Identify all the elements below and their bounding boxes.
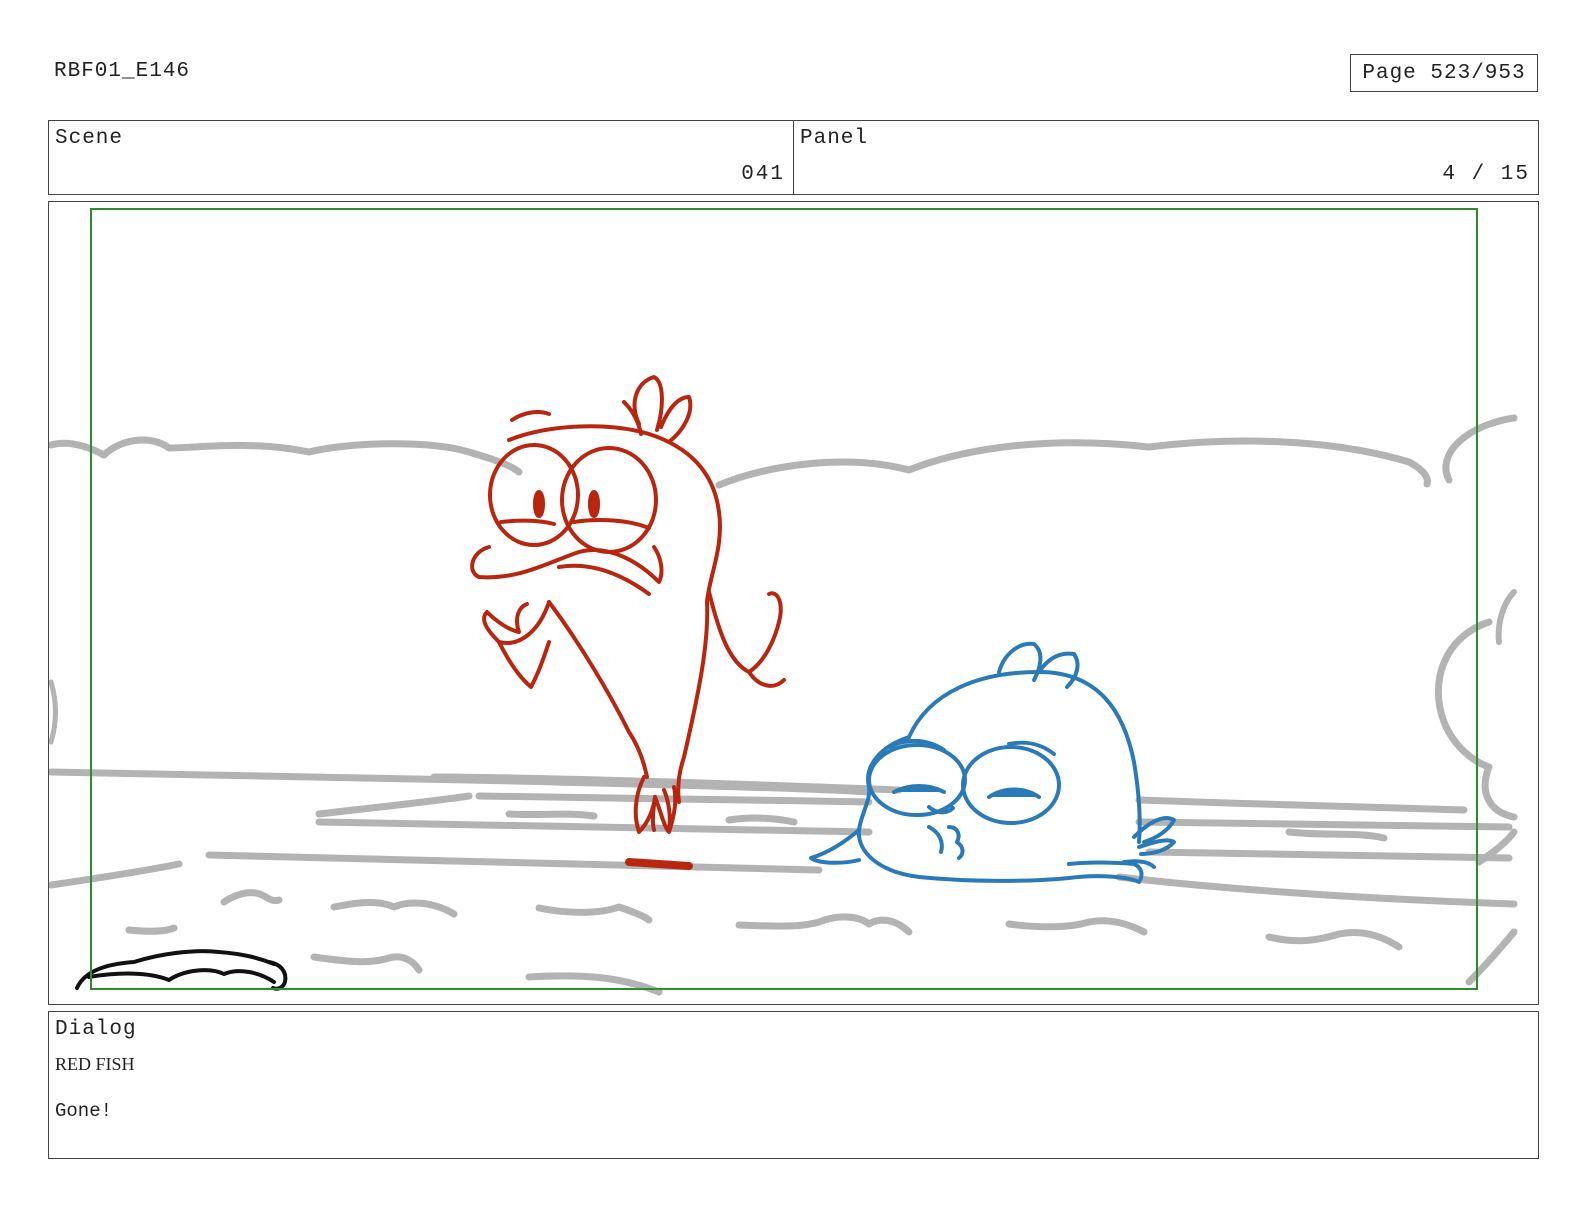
dialog-box: Dialog RED FISH Gone! <box>48 1011 1539 1159</box>
dialog-speaker: RED FISH <box>55 1054 135 1074</box>
rock-sketch <box>75 949 288 991</box>
scene-label: Scene <box>55 127 124 150</box>
scene-panel-info: Scene 041 Panel 4 / 15 <box>48 120 1539 195</box>
panel-cell: Panel 4 / 15 <box>793 121 1538 194</box>
storyboard-panel <box>48 201 1539 1005</box>
dialog-label: Dialog <box>55 1018 137 1041</box>
storyboard-drawing <box>49 208 1518 996</box>
background-sketch <box>49 414 1518 996</box>
blue-fish-character <box>809 641 1176 884</box>
dialog-line: Gone! <box>55 1100 113 1122</box>
production-id: RBF01_E146 <box>54 60 191 83</box>
page-counter: Page 523/953 <box>1350 54 1538 92</box>
panel-number: 4 / 15 <box>1442 163 1530 186</box>
scene-number: 041 <box>741 163 785 186</box>
panel-label: Panel <box>800 127 869 150</box>
red-fish-character <box>470 375 786 870</box>
scene-cell: Scene 041 <box>49 121 793 194</box>
